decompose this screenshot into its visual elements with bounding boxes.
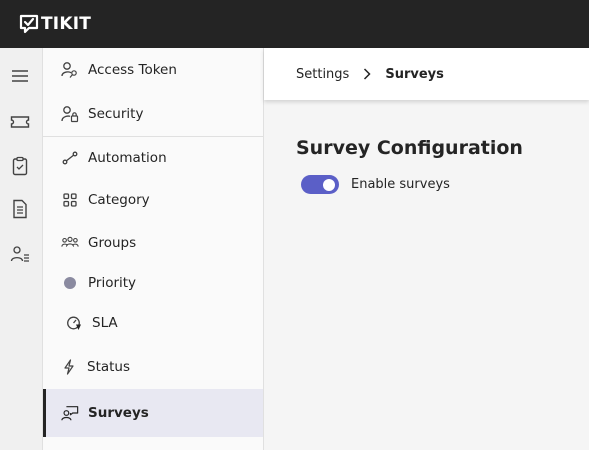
key-person-icon xyxy=(61,61,79,79)
page-title: Survey Configuration xyxy=(296,137,523,159)
breadcrumb-settings-link[interactable]: Settings xyxy=(296,67,349,82)
sidebar-item-access-token[interactable]: Access Token xyxy=(43,50,263,90)
main-content: Survey Configuration Enable surveys xyxy=(264,100,589,450)
toggle-knob xyxy=(323,178,335,191)
app-logo[interactable]: TIKIT xyxy=(19,14,91,34)
sidebar-item-groups[interactable]: Groups xyxy=(43,223,263,263)
people-team-icon xyxy=(61,234,79,252)
sidebar-item-surveys[interactable]: Surveys xyxy=(43,389,263,437)
sidebar-item-label: Groups xyxy=(88,235,137,251)
top-bar: TIKIT xyxy=(0,0,589,48)
app-name: TIKIT xyxy=(41,14,92,34)
sidebar-item-label: Status xyxy=(87,359,131,375)
enable-surveys-toggle[interactable] xyxy=(301,175,339,194)
person-lock-icon xyxy=(61,105,79,123)
sidebar-item-sla[interactable]: SLA xyxy=(43,303,263,343)
people-list-icon[interactable] xyxy=(10,244,30,264)
sidebar-item-label: SLA xyxy=(92,315,118,331)
sidebar-item-status[interactable]: Status xyxy=(43,347,263,387)
grid-icon xyxy=(61,191,79,209)
settings-sidebar: Access Token Security Automation Categor… xyxy=(43,48,264,450)
circle-icon xyxy=(61,274,79,292)
flash-icon xyxy=(60,358,78,376)
chevron-right-icon xyxy=(363,68,371,80)
clipboard-icon[interactable] xyxy=(10,156,30,176)
sidebar-item-security[interactable]: Security xyxy=(43,94,263,134)
sidebar-item-label: Automation xyxy=(88,150,167,166)
breadcrumb-current: Surveys xyxy=(385,66,444,82)
flow-icon xyxy=(61,149,79,167)
icon-rail xyxy=(0,48,43,450)
ticket-icon[interactable] xyxy=(10,112,30,132)
gauge-icon xyxy=(65,314,83,332)
sidebar-item-automation[interactable]: Automation xyxy=(43,138,263,178)
sidebar-item-priority[interactable]: Priority xyxy=(43,263,263,303)
breadcrumb: Settings Surveys xyxy=(264,48,589,100)
person-feedback-icon xyxy=(61,404,79,422)
sidebar-item-label: Category xyxy=(88,192,150,208)
sidebar-item-label: Surveys xyxy=(88,405,149,421)
menu-icon[interactable] xyxy=(10,66,30,86)
sidebar-divider xyxy=(43,136,263,137)
document-icon[interactable] xyxy=(10,199,30,219)
enable-surveys-label: Enable surveys xyxy=(351,177,450,192)
sidebar-item-category[interactable]: Category xyxy=(43,180,263,220)
sidebar-item-label: Security xyxy=(88,106,144,122)
sidebar-item-label: Priority xyxy=(88,275,137,291)
sidebar-item-label: Access Token xyxy=(88,62,177,78)
logo-check-icon xyxy=(19,14,39,34)
